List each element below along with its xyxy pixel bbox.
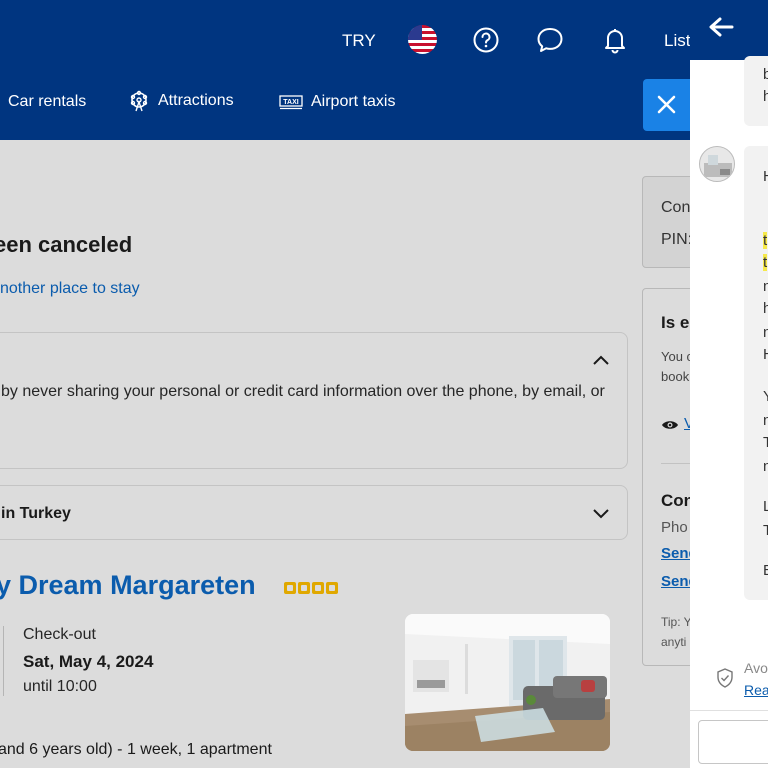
message-text: n (763, 458, 768, 475)
attractions-icon (130, 90, 148, 112)
message-text: b (763, 66, 768, 83)
apartment-photo-image (405, 614, 610, 751)
chat-message-bubble: b h (744, 56, 768, 126)
currency-selector[interactable]: TRY (342, 31, 376, 51)
find-another-place-link[interactable]: nother place to stay (0, 280, 140, 298)
read-more-link[interactable]: Read (744, 682, 768, 698)
hotel-name-link[interactable]: y Dream Margareten (0, 570, 256, 601)
close-chat-button[interactable] (643, 79, 690, 131)
star-icon (326, 582, 338, 594)
pin-label: PIN: (661, 231, 693, 248)
guests-summary: and 6 years old) - 1 week, 1 apartment (0, 741, 272, 758)
message-text: h (763, 88, 768, 105)
page-title: een canceled (0, 232, 133, 257)
chat-message-input[interactable] (698, 720, 768, 764)
message-text: E (763, 562, 768, 579)
message-text: T (763, 434, 768, 451)
nav-label: Attractions (158, 92, 234, 109)
taxi-icon: TAXI (279, 95, 303, 110)
message-text: n (763, 278, 768, 295)
turkey-section-title: in Turkey (1, 505, 71, 522)
star-icon (312, 582, 324, 594)
checkout-time: until 10:00 (23, 678, 97, 695)
info-card-line-1: You c (661, 349, 694, 364)
chat-bubble-icon[interactable] (536, 26, 564, 54)
message-text-highlighted: t (763, 254, 768, 271)
message-text: n (763, 324, 768, 341)
message-text: T (763, 522, 768, 539)
avoid-text: Avoi (744, 660, 768, 676)
message-text: h (763, 300, 768, 317)
star-icon (298, 582, 310, 594)
info-card-line-2: book (661, 369, 690, 384)
message-text: H (763, 168, 768, 185)
star-icon (284, 582, 296, 594)
checkout-divider (3, 626, 4, 696)
booking-details: een canceled nother place to stay by nev… (0, 140, 702, 768)
eye-icon (662, 421, 678, 429)
chat-safety-footer: Avoi Read (690, 650, 768, 710)
chat-header (690, 0, 768, 60)
taxi-icon-text: TAXI (283, 99, 298, 106)
phone-label: Pho (661, 519, 688, 536)
chevron-down-icon[interactable] (590, 502, 612, 524)
tip-line-1: Tip: Y (661, 615, 692, 629)
nav-car-rentals[interactable]: Car rentals (8, 93, 86, 111)
us-flag-icon[interactable] (408, 25, 437, 54)
avatar-image (700, 147, 734, 181)
header-top-row: TRY List (0, 22, 768, 62)
bell-icon[interactable] (601, 26, 629, 54)
message-text: H (763, 346, 768, 363)
safety-text: by never sharing your personal or credit… (1, 383, 605, 400)
nav-label: Car rentals (8, 93, 87, 110)
tip-line-2: anyti (661, 635, 687, 649)
chevron-up-icon[interactable] (590, 349, 612, 371)
hotel-photo[interactable] (405, 614, 610, 751)
list-property-link[interactable]: List (664, 31, 690, 51)
message-text: Y (763, 388, 768, 405)
chat-message-bubble: H t t n h n H Y n T n L T E (744, 146, 768, 600)
message-text-highlighted: t (763, 232, 768, 249)
info-card-heading: Is e (661, 313, 690, 332)
help-icon[interactable] (472, 26, 500, 54)
back-arrow-icon[interactable] (708, 16, 734, 38)
chat-panel: b h H t t n h n H Y n T n L T E Avoi Rea… (690, 0, 768, 768)
host-avatar (699, 146, 735, 182)
message-text: L (763, 498, 768, 515)
star-rating (284, 582, 338, 594)
nav-attractions[interactable]: Attractions (128, 90, 234, 112)
confirmation-label: Con (661, 199, 691, 216)
turkey-section-panel[interactable]: in Turkey (0, 485, 628, 540)
chat-divider (690, 710, 768, 711)
message-text: n (763, 412, 768, 429)
close-icon (657, 95, 676, 114)
checkout-date: Sat, May 4, 2024 (23, 652, 154, 671)
nav-airport-taxis[interactable]: TAXI Airport taxis (279, 93, 395, 111)
checkout-label: Check-out (23, 626, 96, 643)
nav-label: Airport taxis (311, 93, 396, 110)
safety-notice-panel: by never sharing your personal or credit… (0, 332, 628, 469)
shield-check-icon (717, 668, 733, 688)
